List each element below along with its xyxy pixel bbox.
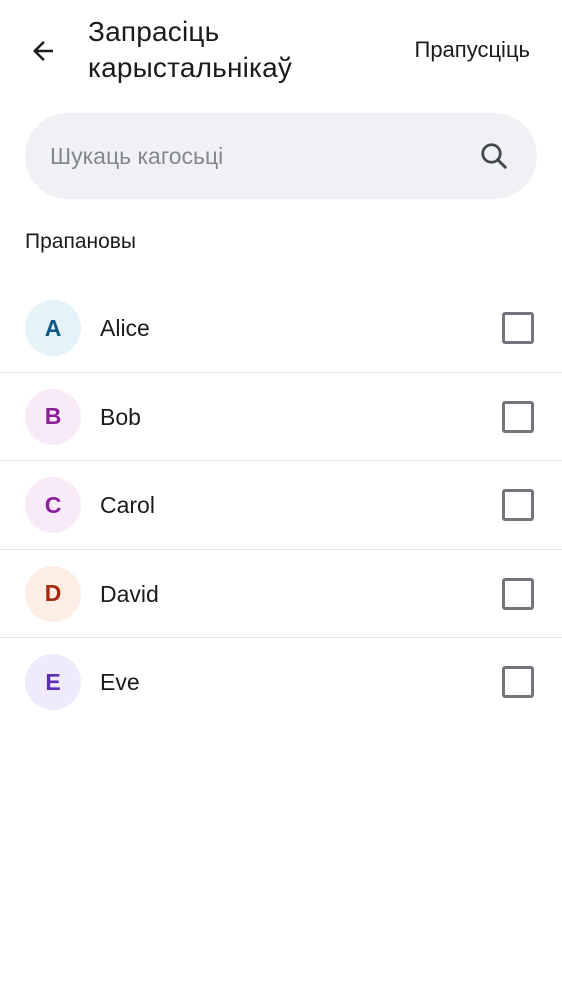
user-name: Bob: [100, 403, 141, 430]
user-name: Alice: [100, 315, 150, 341]
avatar: E: [25, 654, 81, 710]
suggestions-heading: Прапановы: [25, 230, 137, 253]
arrow-left-icon: [33, 41, 53, 61]
select-checkbox[interactable]: [502, 577, 534, 610]
search-icon[interactable]: [479, 141, 509, 171]
search-input[interactable]: [50, 135, 470, 177]
select-checkbox[interactable]: [502, 312, 534, 344]
back-button[interactable]: [22, 30, 64, 72]
list-item[interactable]: E Eve: [0, 638, 562, 727]
invite-users-screen: Запрасіць карыстальнікаў Прапусціць Прап…: [0, 0, 562, 1000]
top-app-bar: Запрасіць карыстальнікаў Прапусціць: [0, 0, 562, 100]
select-checkbox[interactable]: [502, 666, 534, 698]
avatar: A: [25, 300, 81, 356]
list-item[interactable]: C Carol: [0, 461, 562, 550]
page-title: Запрасіць карыстальнікаў: [88, 16, 293, 83]
avatar: C: [25, 477, 81, 533]
skip-button[interactable]: Прапусціць: [415, 36, 531, 64]
user-name: Carol: [100, 492, 155, 518]
list-item[interactable]: B Bob: [0, 373, 562, 461]
list-item[interactable]: D David: [0, 550, 562, 638]
select-checkbox[interactable]: [502, 400, 534, 433]
avatar: B: [25, 388, 81, 445]
user-name: Eve: [100, 669, 140, 695]
select-checkbox[interactable]: [502, 489, 534, 521]
avatar: D: [25, 565, 81, 622]
list-item[interactable]: A Alice: [0, 284, 562, 373]
user-name: David: [100, 580, 159, 607]
search-bar[interactable]: [25, 113, 537, 199]
suggestions-list: A Alice B Bob C Carol D David E Eve: [0, 284, 562, 727]
